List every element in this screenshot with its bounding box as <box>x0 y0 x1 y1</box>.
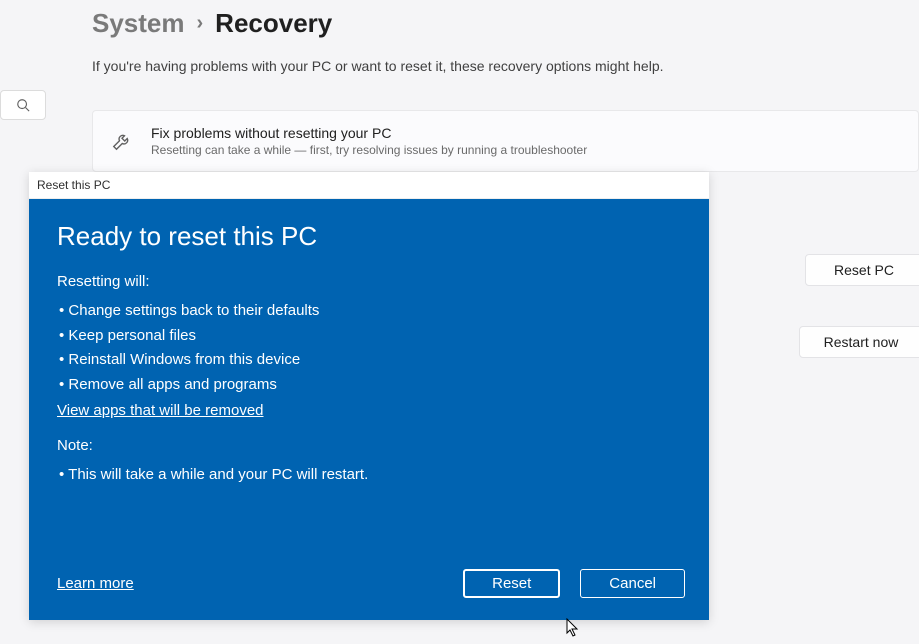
reset-dialog: Reset this PC Ready to reset this PC Res… <box>29 172 709 620</box>
bullet-item: This will take a while and your PC will … <box>57 463 681 488</box>
reset-pc-button[interactable]: Reset PC <box>805 254 919 286</box>
troubleshoot-text: Fix problems without resetting your PC R… <box>151 125 587 157</box>
troubleshoot-title: Fix problems without resetting your PC <box>151 125 587 141</box>
dialog-body: Ready to reset this PC Resetting will: C… <box>29 199 709 620</box>
reset-button[interactable]: Reset <box>463 569 560 598</box>
troubleshoot-subtitle: Resetting can take a while — first, try … <box>151 143 587 157</box>
note-bullets: This will take a while and your PC will … <box>57 463 681 488</box>
restart-now-button[interactable]: Restart now <box>799 326 919 358</box>
view-apps-link[interactable]: View apps that will be removed <box>57 402 264 419</box>
note-label: Note: <box>57 434 681 459</box>
search-icon <box>16 98 30 112</box>
cancel-button[interactable]: Cancel <box>580 569 685 598</box>
cursor-icon <box>566 618 580 638</box>
recovery-help-text: If you're having problems with your PC o… <box>92 58 664 74</box>
resetting-bullets: Change settings back to their defaults K… <box>57 299 681 398</box>
breadcrumb-current: Recovery <box>215 8 332 39</box>
wrench-icon <box>111 130 133 152</box>
bullet-item: Reinstall Windows from this device <box>57 348 681 373</box>
learn-more-link[interactable]: Learn more <box>57 575 134 592</box>
troubleshoot-card[interactable]: Fix problems without resetting your PC R… <box>92 110 919 172</box>
chevron-right-icon: › <box>197 12 204 35</box>
breadcrumb-parent[interactable]: System <box>92 8 185 39</box>
dialog-heading: Ready to reset this PC <box>57 221 681 252</box>
bullet-item: Change settings back to their defaults <box>57 299 681 324</box>
breadcrumb: System › Recovery <box>92 8 332 39</box>
search-input[interactable] <box>0 90 46 120</box>
resetting-will-label: Resetting will: <box>57 270 681 295</box>
dialog-titlebar: Reset this PC <box>29 172 709 199</box>
bullet-item: Keep personal files <box>57 324 681 349</box>
bullet-item: Remove all apps and programs <box>57 373 681 398</box>
